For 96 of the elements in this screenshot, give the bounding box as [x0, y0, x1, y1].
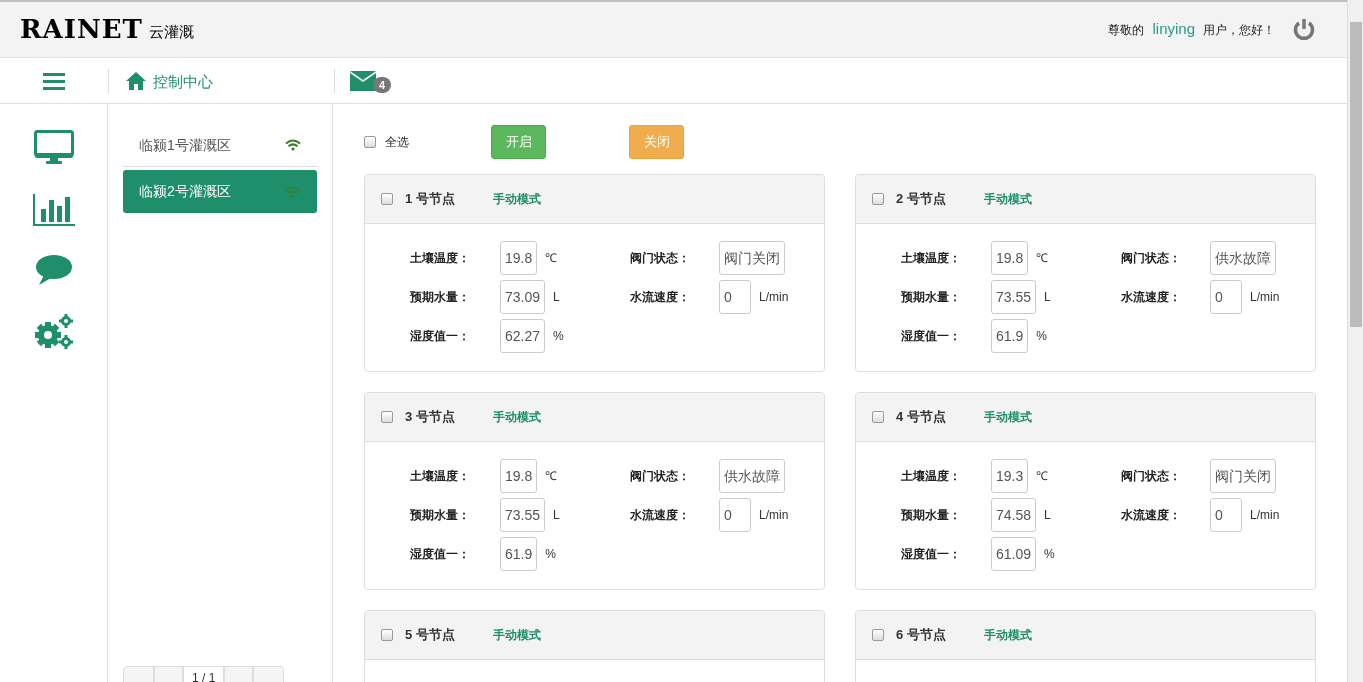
breadcrumb-link[interactable]: 控制中心	[153, 70, 213, 94]
checkbox[interactable]	[381, 193, 393, 205]
field-label: 土壤温度：	[901, 467, 962, 485]
value-field[interactable]: 0	[1210, 497, 1242, 532]
value-field[interactable]: 62.27	[500, 318, 546, 353]
mode-label: 手动模式	[493, 627, 541, 644]
field-label: 阀门状态：	[630, 249, 691, 267]
field-label: 水流速度：	[1121, 506, 1182, 524]
power-icon[interactable]	[1293, 17, 1315, 42]
unit-label: L	[1044, 506, 1051, 524]
mode-label: 手动模式	[493, 191, 541, 208]
value-field[interactable]: 供水故障	[719, 458, 785, 493]
checkbox[interactable]	[872, 411, 884, 423]
unit-label: %	[553, 327, 564, 345]
node-title: 6 号节点	[896, 626, 947, 645]
field-label: 土壤温度：	[410, 249, 471, 267]
value-field[interactable]: 73.55	[500, 497, 546, 532]
node-title: 1 号节点	[405, 190, 456, 209]
unit-label: L	[553, 506, 560, 524]
checkbox[interactable]	[872, 629, 884, 641]
wifi-icon	[285, 139, 301, 151]
zone-item[interactable]: 临颍1号灌溉区	[123, 124, 317, 167]
menu-icon[interactable]	[43, 71, 65, 90]
value-field[interactable]: 73.55	[991, 279, 1037, 314]
monitor-icon[interactable]	[33, 130, 74, 166]
unit-label: L/min	[1250, 288, 1280, 306]
value-field[interactable]: 61.9	[500, 536, 538, 571]
field-label: 水流速度：	[630, 288, 691, 306]
field-label: 湿度值一：	[410, 327, 471, 345]
unit-label: L	[553, 288, 560, 306]
field-label: 预期水量：	[901, 288, 962, 306]
unit-label: L	[1044, 288, 1051, 306]
node-title: 2 号节点	[896, 190, 947, 209]
bar-chart-icon[interactable]	[32, 194, 75, 226]
greeting-text: 尊敬的	[1108, 21, 1145, 39]
home-icon	[125, 71, 147, 90]
mode-label: 手动模式	[984, 627, 1032, 644]
field-label: 阀门状态：	[1121, 249, 1182, 267]
unit-label: %	[1044, 545, 1055, 563]
field-label: 水流速度：	[630, 506, 691, 524]
unit-label: ℃	[1036, 467, 1049, 485]
checkbox[interactable]	[381, 629, 393, 641]
mode-label: 手动模式	[493, 409, 541, 426]
unit-label: L/min	[759, 506, 789, 524]
field-label: 预期水量：	[901, 506, 962, 524]
value-field[interactable]: 61.9	[991, 318, 1029, 353]
value-field[interactable]: 0	[1210, 279, 1242, 314]
field-label: 湿度值一：	[901, 545, 962, 563]
value-field[interactable]: 19.3	[991, 458, 1029, 493]
value-field[interactable]: 0	[719, 279, 751, 314]
greeting-text: 用户，您好！	[1203, 21, 1275, 39]
unit-label: ℃	[545, 467, 558, 485]
value-field[interactable]: 0	[719, 497, 751, 532]
field-label: 湿度值一：	[901, 327, 962, 345]
unit-label: ℃	[545, 249, 558, 267]
node-title: 4 号节点	[896, 408, 947, 427]
node-title: 5 号节点	[405, 626, 456, 645]
chat-bubble-icon[interactable]	[34, 254, 73, 286]
field-label: 预期水量：	[410, 288, 471, 306]
mode-label: 手动模式	[984, 191, 1032, 208]
zone-item[interactable]: 临颍2号灌溉区	[123, 170, 317, 213]
field-label: 湿度值一：	[410, 545, 471, 563]
logo-subtitle: 云灌溉	[148, 22, 194, 43]
select-all-label: 全选	[385, 134, 409, 151]
unit-label: L/min	[759, 288, 789, 306]
field-label: 水流速度：	[1121, 288, 1182, 306]
value-field[interactable]: 61.09	[991, 536, 1037, 571]
unit-label: ℃	[1036, 249, 1049, 267]
logo: RAINET	[20, 13, 143, 46]
wifi-icon	[285, 185, 301, 198]
unit-label: %	[1036, 327, 1047, 345]
value-field[interactable]: 19.8	[991, 240, 1029, 275]
checkbox[interactable]	[381, 411, 393, 423]
value-field[interactable]: 74.58	[991, 497, 1037, 532]
field-label: 阀门状态：	[1121, 467, 1182, 485]
field-label: 土壤温度：	[901, 249, 962, 267]
node-title: 3 号节点	[405, 408, 456, 427]
settings-icon[interactable]	[33, 314, 74, 350]
field-label: 预期水量：	[410, 506, 471, 524]
value-field[interactable]: 供水故障	[1210, 240, 1276, 275]
scrollbar[interactable]	[1347, 0, 1363, 682]
mode-label: 手动模式	[984, 409, 1032, 426]
unit-label: %	[545, 545, 556, 563]
username: linying	[1152, 19, 1195, 40]
field-label: 土壤温度：	[410, 467, 471, 485]
checkbox[interactable]	[872, 193, 884, 205]
value-field[interactable]: 73.09	[500, 279, 546, 314]
message-count-badge: 4	[373, 76, 392, 93]
field-label: 阀门状态：	[630, 467, 691, 485]
unit-label: L/min	[1250, 506, 1280, 524]
checkbox[interactable]	[364, 136, 376, 148]
value-field[interactable]: 19.8	[500, 458, 538, 493]
value-field[interactable]: 阀门关闭	[1210, 458, 1276, 493]
value-field[interactable]: 19.8	[500, 240, 538, 275]
mail-icon[interactable]	[350, 70, 376, 91]
value-field[interactable]: 阀门关闭	[719, 240, 785, 275]
